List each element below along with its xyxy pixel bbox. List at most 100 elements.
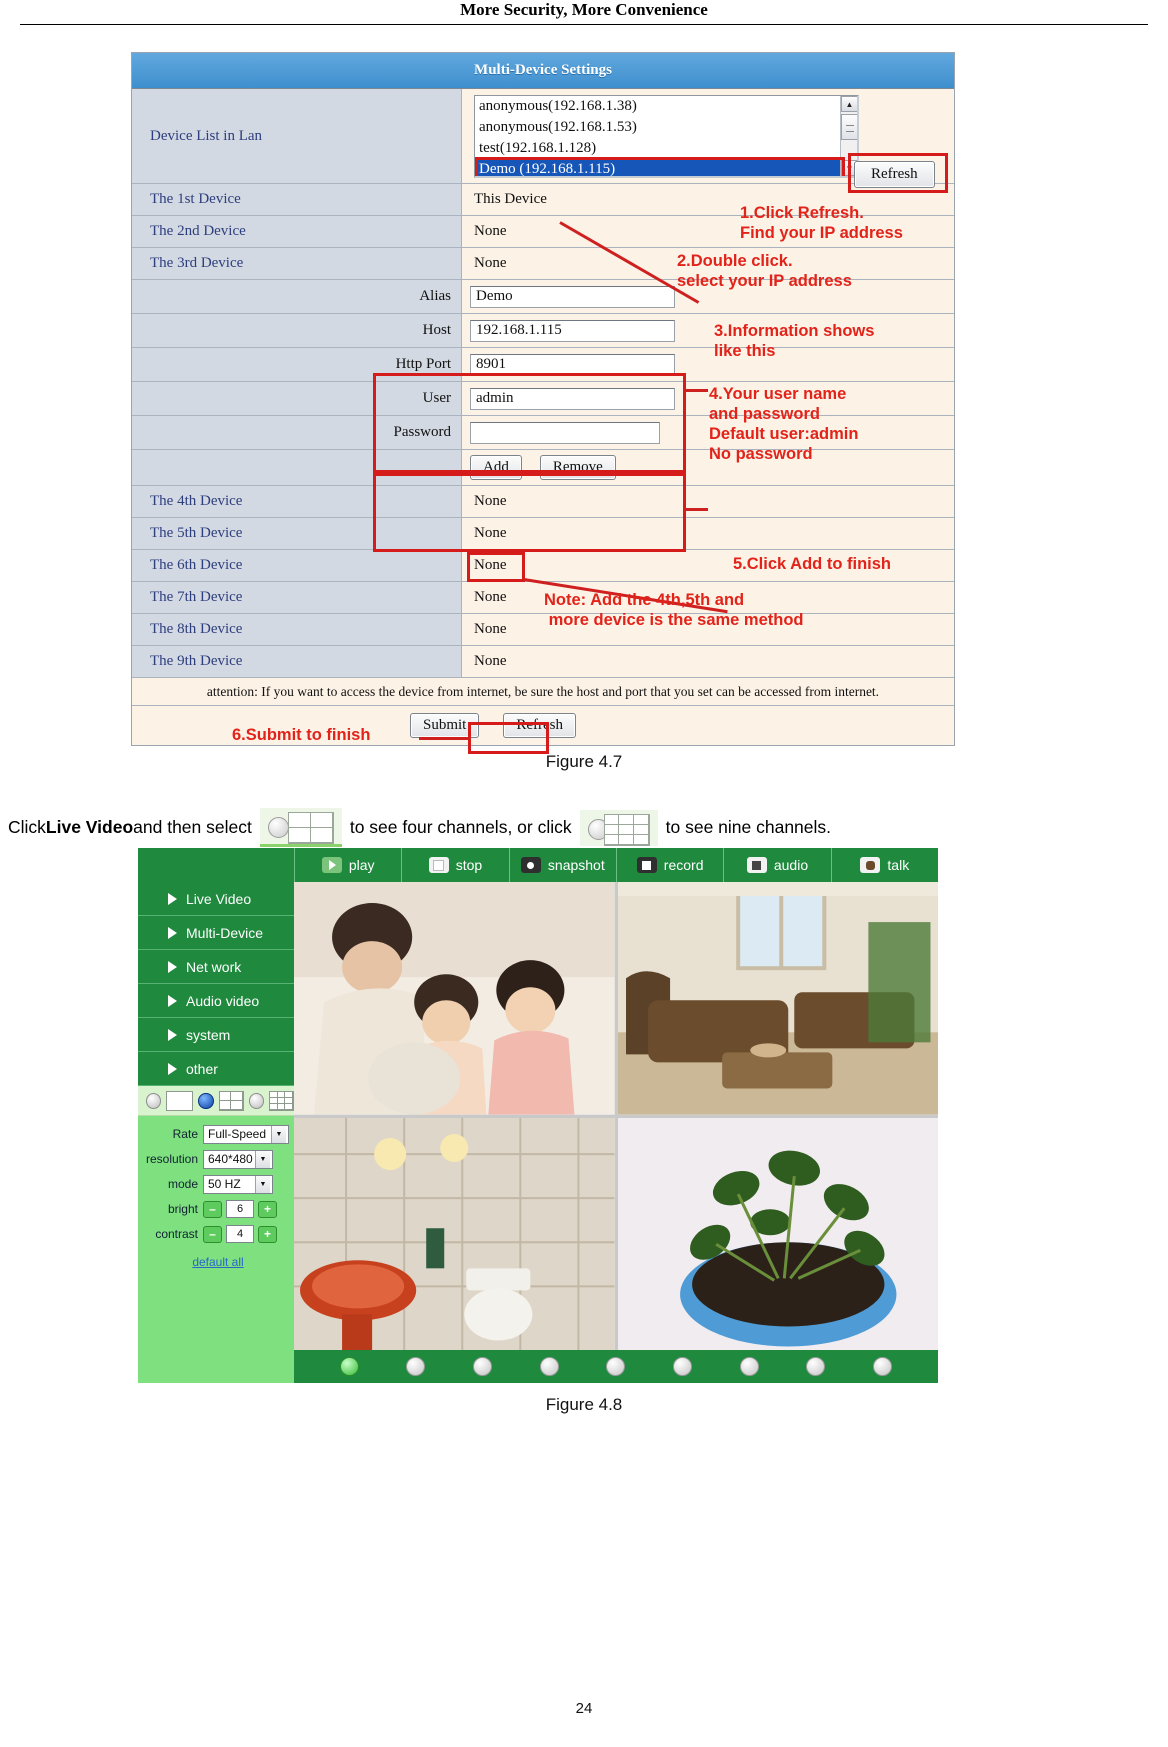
- sidebar-item-other[interactable]: other: [138, 1052, 294, 1086]
- alias-label: Alias: [362, 280, 462, 313]
- leader-line-user-pass: [684, 508, 708, 511]
- video-sidebar: Live Video Multi-Device Net work Audio v…: [138, 882, 294, 1383]
- sentence-part-3: to see four channels, or click: [349, 817, 572, 837]
- sidebar-item-live-video[interactable]: Live Video: [138, 882, 294, 916]
- video-grid-area: [294, 882, 938, 1383]
- audio-label: audio: [773, 857, 809, 873]
- table-row: The 7th Device None: [132, 582, 954, 614]
- video-toolbar: play stop snapshot record audio talk: [138, 848, 938, 882]
- sentence-bold-live-video: Live Video: [45, 817, 134, 837]
- video-channel-3[interactable]: [294, 1117, 615, 1350]
- annotation-5-click-add: 5.Click Add to finish: [733, 555, 891, 573]
- microphone-icon: [860, 857, 881, 873]
- row-value: None: [462, 646, 954, 677]
- video-thumbnail-bathroom: [294, 1117, 615, 1350]
- sidebar-item-network[interactable]: Net work: [138, 950, 294, 984]
- table-row: The 8th Device None: [132, 614, 954, 646]
- status-led: [739, 1357, 759, 1376]
- header-divider: [20, 24, 1148, 25]
- host-input[interactable]: 192.168.1.115: [470, 319, 675, 342]
- triangle-right-icon: [168, 892, 177, 905]
- device-list-row: Device List in Lan anonymous(192.168.1.3…: [132, 89, 954, 184]
- device-list-listbox[interactable]: anonymous(192.168.1.38) anonymous(192.16…: [474, 95, 859, 178]
- video-channel-1[interactable]: [294, 882, 615, 1115]
- scrollbar-thumb[interactable]: [841, 114, 857, 140]
- triangle-right-icon: [168, 926, 177, 939]
- status-led: [539, 1357, 559, 1376]
- control-row-mode: mode 50 HZ ▼: [142, 1173, 294, 1195]
- bright-increase-button[interactable]: +: [258, 1200, 277, 1218]
- leader-line-submit: [419, 737, 471, 740]
- default-all-link[interactable]: default all: [142, 1248, 294, 1269]
- stop-button[interactable]: stop: [402, 848, 510, 882]
- bright-label: bright: [167, 1202, 198, 1216]
- rate-select[interactable]: Full-Speed ▼: [203, 1124, 289, 1144]
- mode-select[interactable]: 50 HZ ▼: [203, 1174, 273, 1194]
- control-row-resolution: resolution 640*480 ▼: [142, 1148, 294, 1170]
- audio-button[interactable]: audio: [724, 848, 832, 882]
- mode-value: 50 HZ: [208, 1177, 241, 1191]
- toolbar-left-spacer: [138, 848, 295, 882]
- chevron-down-icon: ▼: [271, 1125, 286, 1143]
- sidebar-item-multi-device[interactable]: Multi-Device: [138, 916, 294, 950]
- contrast-decrease-button[interactable]: –: [203, 1225, 222, 1243]
- row-label: The 2nd Device: [132, 216, 462, 247]
- video-thumbnail-livingroom: [617, 882, 938, 1115]
- camera-icon: [520, 857, 541, 873]
- record-button[interactable]: record: [616, 848, 725, 882]
- nine-channel-radio[interactable]: [248, 1092, 265, 1109]
- video-channel-4[interactable]: [617, 1117, 938, 1350]
- chevron-down-icon: ▼: [255, 1150, 270, 1168]
- alias-input[interactable]: Demo: [470, 285, 675, 308]
- rate-label: Rate: [172, 1127, 198, 1141]
- resolution-select[interactable]: 640*480 ▼: [203, 1149, 273, 1169]
- play-icon: [321, 857, 342, 873]
- video-camera-icon: [636, 857, 657, 873]
- device-list-option[interactable]: anonymous(192.168.1.38): [475, 96, 857, 117]
- grid-3x3-icon[interactable]: [269, 1090, 294, 1111]
- annotation-note-more-devices: Note: Add the 4th,5th and more device is…: [544, 591, 804, 629]
- rate-value: Full-Speed: [208, 1127, 267, 1141]
- field-spacer: [132, 280, 362, 313]
- field-spacer: [132, 348, 362, 381]
- mode-label: mode: [167, 1177, 198, 1191]
- play-button[interactable]: play: [295, 848, 403, 882]
- sidebar-item-system[interactable]: system: [138, 1018, 294, 1052]
- sidebar-nav: Live Video Multi-Device Net work Audio v…: [138, 882, 294, 1086]
- bright-decrease-button[interactable]: –: [203, 1200, 222, 1218]
- host-value-cell: 192.168.1.115: [462, 314, 954, 347]
- field-spacer: [132, 314, 362, 347]
- stop-icon: [428, 857, 449, 873]
- row-label: The 8th Device: [132, 614, 462, 645]
- row-label: The 1st Device: [132, 184, 462, 215]
- stop-label: stop: [455, 857, 483, 873]
- four-channel-radio-selected[interactable]: [198, 1092, 214, 1109]
- sidebar-item-audio-video[interactable]: Audio video: [138, 984, 294, 1018]
- sentence-part-4: to see nine channels.: [665, 817, 832, 837]
- scroll-up-icon[interactable]: ▲: [841, 96, 857, 112]
- play-label: play: [348, 857, 375, 873]
- status-led: [806, 1357, 826, 1376]
- sidebar-item-label: Audio video: [186, 992, 260, 1009]
- nine-channel-icon[interactable]: [579, 809, 658, 846]
- grid-2x2-icon[interactable]: [218, 1090, 244, 1111]
- status-led: [473, 1357, 493, 1376]
- figure-4-7-caption: Figure 4.7: [545, 752, 623, 771]
- video-thumbnail-family: [294, 882, 615, 1115]
- single-channel-icon[interactable]: [166, 1090, 194, 1111]
- device-list-option[interactable]: test(192.168.1.128): [475, 138, 857, 159]
- single-channel-radio[interactable]: [146, 1092, 162, 1109]
- snapshot-button[interactable]: snapshot: [509, 848, 617, 882]
- video-channel-2[interactable]: [617, 882, 938, 1115]
- speaker-icon: [746, 857, 767, 873]
- device-list-label: Device List in Lan: [132, 89, 462, 183]
- figure-4-8-live-video: play stop snapshot record audio talk Liv…: [138, 848, 938, 1383]
- contrast-increase-button[interactable]: +: [258, 1225, 277, 1243]
- triangle-right-icon: [168, 1062, 177, 1075]
- field-spacer: [132, 416, 362, 449]
- four-channel-icon[interactable]: [259, 808, 342, 847]
- talk-button[interactable]: talk: [831, 848, 938, 882]
- page-number: 24: [575, 1700, 593, 1717]
- device-list-option[interactable]: anonymous(192.168.1.53): [475, 117, 857, 138]
- sidebar-item-label: other: [186, 1060, 218, 1077]
